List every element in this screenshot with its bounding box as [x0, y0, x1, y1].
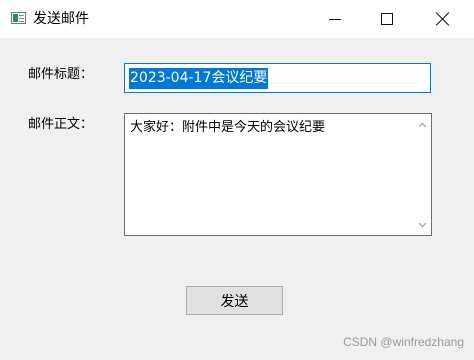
watermark-text: CSDN @winfredzhang [343, 335, 464, 349]
maximize-icon [381, 13, 393, 25]
body-textarea-value: 大家好：附件中是今天的会议纪要 [130, 120, 326, 135]
chevron-down-icon [418, 222, 427, 227]
window-app-icon [11, 12, 26, 24]
body-textarea[interactable]: 大家好：附件中是今天的会议纪要 [124, 113, 432, 236]
body-label: 邮件正文： [28, 117, 94, 132]
chevron-up-icon [418, 122, 427, 127]
body-scrollbar[interactable] [414, 114, 431, 235]
minimize-icon [329, 18, 341, 20]
send-button[interactable]: 发送 [186, 286, 283, 315]
window-title: 发送邮件 [33, 11, 89, 27]
maximize-button[interactable] [364, 0, 410, 38]
title-bar[interactable]: 发送邮件 [0, 0, 474, 38]
scroll-down-button[interactable] [414, 216, 431, 233]
send-mail-window: 发送邮件 邮件标题： 2023-04-17会议纪要 邮件正文： 大家好：附件中是… [0, 0, 474, 360]
close-icon [436, 12, 450, 26]
close-button[interactable] [420, 0, 466, 38]
subject-input[interactable]: 2023-04-17会议纪要 [124, 63, 431, 93]
subject-label: 邮件标题： [28, 67, 94, 82]
scroll-up-button[interactable] [414, 116, 431, 133]
minimize-button[interactable] [312, 0, 358, 38]
subject-input-value: 2023-04-17会议纪要 [129, 68, 269, 89]
